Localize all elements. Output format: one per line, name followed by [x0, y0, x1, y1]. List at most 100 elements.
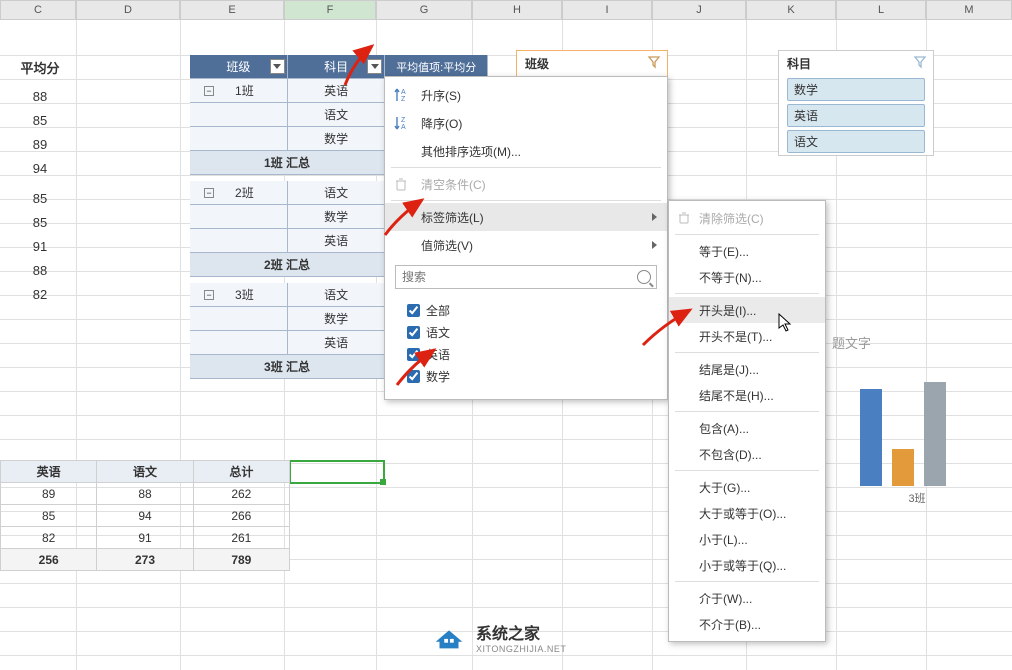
slicer-item[interactable]: 语文 — [787, 130, 925, 153]
submenu-item[interactable]: 结尾是(J)... — [669, 356, 825, 382]
summary-total-cell[interactable]: 789 — [193, 549, 289, 571]
submenu-item[interactable]: 等于(E)... — [669, 238, 825, 264]
dropdown-icon[interactable] — [270, 59, 285, 74]
pivot-header-subject[interactable]: 科目 — [288, 55, 386, 78]
summary-table[interactable]: 英语语文总计 8988262 8594266 8291261 256273789 — [0, 460, 290, 571]
pivot-header-label: 科目 — [324, 58, 348, 75]
submenu-item[interactable]: 不包含(D)... — [669, 441, 825, 467]
filter-check-item[interactable]: 语文 — [407, 321, 645, 343]
pivot-subject-cell[interactable]: 英语 — [288, 331, 386, 354]
menu-label-filter[interactable]: 标签筛选(L) — [385, 203, 667, 231]
submenu-item[interactable]: 大于或等于(O)... — [669, 500, 825, 526]
submenu-item[interactable]: 介于(W)... — [669, 585, 825, 611]
summary-cell[interactable]: 94 — [97, 505, 193, 527]
pivot-class-cell[interactable] — [190, 307, 288, 330]
summary-cell[interactable]: 88 — [97, 483, 193, 505]
slicer-item[interactable]: 英语 — [787, 104, 925, 127]
summary-cell[interactable]: 85 — [1, 505, 97, 527]
search-input[interactable] — [395, 265, 657, 289]
pivot-class-cell[interactable] — [190, 331, 288, 354]
filter-check-item[interactable]: 英语 — [407, 343, 645, 365]
menu-value-filter[interactable]: 值筛选(V) — [385, 231, 667, 259]
pivot-subject-cell[interactable]: 英语 — [288, 229, 386, 252]
pivot-summary-row[interactable]: 3班 汇总 — [190, 355, 385, 378]
active-cell[interactable] — [289, 460, 385, 484]
logo-text: 系统之家 — [476, 620, 566, 644]
label-filter-submenu[interactable]: 清除筛选(C) 等于(E)...不等于(N)...开头是(I)...开头不是(T… — [668, 200, 826, 642]
submenu-item[interactable]: 包含(A)... — [669, 415, 825, 441]
summary-header[interactable]: 总计 — [193, 461, 289, 483]
pivot-class-cell[interactable]: −1班 — [190, 79, 288, 102]
pivot-subject-cell[interactable]: 语文 — [288, 283, 386, 306]
pivot-class-cell[interactable]: −2班 — [190, 181, 288, 204]
menu-label: 清空条件(C) — [421, 176, 486, 193]
checkbox[interactable] — [407, 348, 420, 361]
summary-cell[interactable]: 91 — [97, 527, 193, 549]
filter-check-item[interactable]: 全部 — [407, 299, 645, 321]
summary-cell[interactable]: 266 — [193, 505, 289, 527]
submenu-item[interactable]: 不介于(B)... — [669, 611, 825, 637]
chart-bar[interactable] — [860, 389, 882, 486]
avg-value: 85 — [0, 186, 80, 210]
pivot-class-cell[interactable] — [190, 205, 288, 228]
submenu-item[interactable]: 结尾不是(H)... — [669, 382, 825, 408]
menu-search[interactable] — [395, 265, 657, 289]
pivot-class-cell[interactable] — [190, 229, 288, 252]
collapse-icon[interactable]: − — [204, 290, 214, 300]
summary-cell[interactable]: 261 — [193, 527, 289, 549]
chart-bar[interactable] — [892, 449, 914, 486]
submenu-item[interactable]: 小于或等于(Q)... — [669, 552, 825, 578]
summary-cell[interactable]: 82 — [1, 527, 97, 549]
avg-value: 88 — [0, 258, 80, 282]
checkbox[interactable] — [407, 370, 420, 383]
collapse-icon[interactable]: − — [204, 188, 214, 198]
submenu-item[interactable]: 大于(G)... — [669, 474, 825, 500]
menu-separator — [675, 293, 819, 294]
pivot-class-cell[interactable] — [190, 127, 288, 150]
pivot-header-class[interactable]: 班级 — [190, 55, 288, 78]
pivot-subject-cell[interactable]: 语文 — [288, 103, 386, 126]
pivot-subject-cell[interactable]: 数学 — [288, 127, 386, 150]
chart-bar[interactable] — [924, 382, 946, 487]
filter-context-menu[interactable]: AZ 升序(S) ZA 降序(O) 其他排序选项(M)... 清空条件(C) 标… — [384, 76, 668, 400]
filter-checklist[interactable]: 全部语文英语数学 — [385, 295, 667, 395]
pivot-class-cell[interactable]: −3班 — [190, 283, 288, 306]
summary-total-cell[interactable]: 273 — [97, 549, 193, 571]
pivot-subject-cell[interactable]: 数学 — [288, 307, 386, 330]
svg-text:A: A — [401, 89, 406, 96]
menu-label: 其他排序选项(M)... — [421, 143, 521, 160]
summary-header[interactable]: 语文 — [97, 461, 193, 483]
sort-asc-icon: AZ — [393, 87, 409, 103]
summary-cell[interactable]: 262 — [193, 483, 289, 505]
pivot-subject-cell[interactable]: 英语 — [288, 79, 386, 102]
menu-more-sort[interactable]: 其他排序选项(M)... — [385, 137, 667, 165]
summary-cell[interactable]: 89 — [1, 483, 97, 505]
clear-filter-icon[interactable] — [913, 55, 927, 69]
pivot-subject-cell[interactable]: 语文 — [288, 181, 386, 204]
submenu-item[interactable]: 小于(L)... — [669, 526, 825, 552]
menu-label: 降序(O) — [421, 115, 462, 132]
checkbox[interactable] — [407, 326, 420, 339]
menu-sort-asc[interactable]: AZ 升序(S) — [385, 81, 667, 109]
pivot-summary-row[interactable]: 1班 汇总 — [190, 151, 385, 174]
clear-filter-icon[interactable] — [647, 55, 661, 69]
dropdown-icon[interactable] — [367, 59, 382, 74]
summary-header[interactable]: 英语 — [1, 461, 97, 483]
submenu-item[interactable]: 不等于(N)... — [669, 264, 825, 290]
summary-total-cell[interactable]: 256 — [1, 549, 97, 571]
pivot-header-avg[interactable]: 平均值项:平均分 — [385, 55, 488, 78]
slicer-item[interactable]: 数学 — [787, 78, 925, 101]
menu-sort-desc[interactable]: ZA 降序(O) — [385, 109, 667, 137]
bar-chart[interactable]: 3班 — [842, 370, 992, 510]
pivot-subject-cell[interactable]: 数学 — [288, 205, 386, 228]
chart-x-label: 3班 — [842, 490, 992, 506]
menu-separator — [675, 581, 819, 582]
pivot-summary-row[interactable]: 2班 汇总 — [190, 253, 385, 276]
pivot-class-cell[interactable] — [190, 103, 288, 126]
slicer-subject[interactable]: 科目 数学英语语文 — [778, 50, 934, 156]
submenu-item[interactable]: 开头不是(T)... — [669, 323, 825, 349]
checkbox[interactable] — [407, 304, 420, 317]
filter-check-item[interactable]: 数学 — [407, 365, 645, 387]
collapse-icon[interactable]: − — [204, 86, 214, 96]
submenu-item[interactable]: 开头是(I)... — [669, 297, 825, 323]
